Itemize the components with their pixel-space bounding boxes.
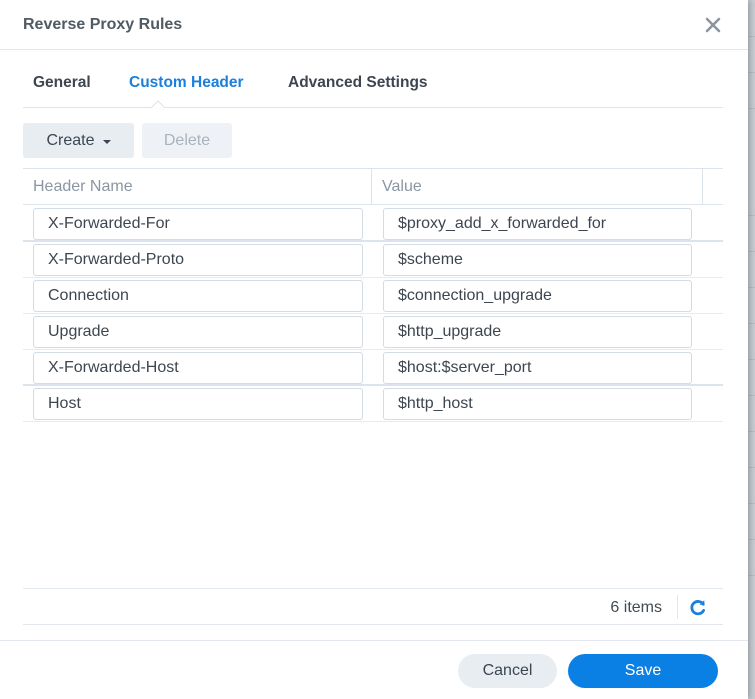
- header-name-input[interactable]: [33, 352, 363, 384]
- header-name-input[interactable]: [33, 280, 363, 312]
- active-tab-indicator: [151, 100, 165, 108]
- cancel-button[interactable]: Cancel: [458, 654, 557, 688]
- grid-rows: [23, 206, 723, 422]
- header-value-input[interactable]: [383, 388, 692, 420]
- table-row[interactable]: [23, 278, 723, 314]
- header-name-input[interactable]: [33, 208, 363, 240]
- refresh-button[interactable]: [688, 598, 708, 618]
- header-value-input[interactable]: [383, 352, 692, 384]
- custom-header-grid: Header Name Value X-Forwarded-For $proxy…: [23, 168, 723, 625]
- column-header-name[interactable]: Header Name: [23, 169, 372, 205]
- reverse-proxy-rules-dialog: Reverse Proxy Rules General Custom Heade…: [0, 0, 748, 699]
- header-value-input[interactable]: [383, 316, 692, 348]
- footer-divider: [677, 595, 678, 619]
- tab-general[interactable]: General: [33, 74, 91, 92]
- table-row[interactable]: [23, 314, 723, 350]
- table-row[interactable]: [23, 386, 723, 422]
- tab-advanced-settings[interactable]: Advanced Settings: [288, 74, 428, 92]
- header-value-input[interactable]: [383, 244, 692, 276]
- header-value-input[interactable]: [383, 280, 692, 312]
- grid-footer: 6 items: [23, 588, 723, 625]
- header-name-input[interactable]: [33, 388, 363, 420]
- delete-button[interactable]: Delete: [142, 123, 232, 158]
- create-label: Create: [46, 131, 95, 149]
- dialog-title: Reverse Proxy Rules: [23, 16, 183, 33]
- close-button[interactable]: [700, 12, 726, 38]
- save-button[interactable]: Save: [568, 654, 718, 688]
- refresh-icon: [690, 600, 705, 616]
- create-button[interactable]: Create: [23, 123, 134, 158]
- table-row[interactable]: [23, 206, 723, 242]
- close-icon: [705, 17, 721, 33]
- tab-custom-header[interactable]: Custom Header: [129, 74, 244, 92]
- tab-bar: General Custom Header Advanced Settings: [23, 63, 723, 108]
- table-row[interactable]: [23, 242, 723, 278]
- table-row[interactable]: [23, 350, 723, 386]
- dialog-titlebar: Reverse Proxy Rules: [0, 0, 748, 50]
- header-name-input[interactable]: [33, 316, 363, 348]
- item-count: 6 items: [610, 599, 662, 616]
- header-name-input[interactable]: [33, 244, 363, 276]
- grid-header: Header Name Value: [23, 169, 723, 205]
- column-header-value[interactable]: Value: [372, 169, 703, 205]
- background-window: [748, 0, 755, 699]
- dialog-actions: Cancel Save: [0, 640, 748, 699]
- caret-down-icon: [102, 140, 111, 144]
- header-value-input[interactable]: [383, 208, 692, 240]
